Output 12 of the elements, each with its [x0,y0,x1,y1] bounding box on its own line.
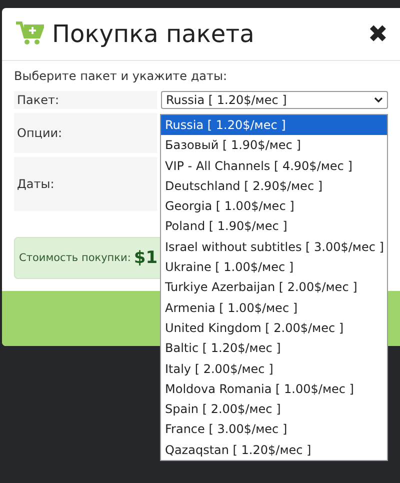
field-label: Опции: [14,113,157,153]
instruction-text: Выберите пакет и укажите даты: [14,69,228,83]
cost-label: Стоимость покупки: [19,252,131,264]
dropdown-option[interactable]: Russia [ 1.20$/мес ] [161,115,387,136]
field-label: Пакет: [14,91,157,109]
field-label: Даты: [14,157,157,211]
cart-add-icon [16,21,44,47]
package-select[interactable]: Russia [ 1.20$/мес ] [161,91,388,109]
modal-title: Покупка пакета [52,20,256,48]
cost-value: $1 [134,248,158,268]
close-button[interactable]: ✖ [368,20,388,48]
chevron-down-icon [374,97,383,103]
